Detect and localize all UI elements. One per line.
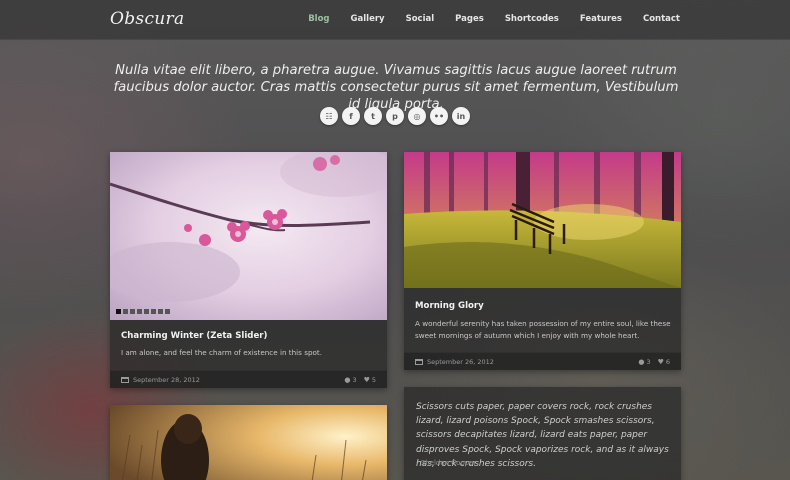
site-header: Obscura Blog Gallery Social Pages Shortc… <box>0 0 790 40</box>
linkedin-icon[interactable]: in <box>452 107 470 125</box>
post-date-text: September 28, 2012 <box>133 376 200 384</box>
slider-pagination <box>116 309 170 314</box>
post-excerpt: A wonderful serenity has taken possessio… <box>415 319 671 340</box>
nav-item-gallery[interactable]: Gallery <box>351 14 385 24</box>
slider-dot[interactable] <box>137 309 142 314</box>
post-stats: ● 3 ♥ 6 <box>638 358 670 366</box>
quote-card: Scissors cuts paper, paper covers rock, … <box>404 387 681 480</box>
nav-item-shortcodes[interactable]: Shortcodes <box>505 14 559 24</box>
post-title[interactable]: Charming Winter (Zeta Slider) <box>121 331 267 341</box>
calendar-icon <box>121 377 129 383</box>
site-logo[interactable]: Obscura <box>110 9 184 29</box>
post-image-sunset[interactable] <box>110 405 387 480</box>
likes-value: 6 <box>665 358 670 366</box>
slider-dot[interactable] <box>130 309 135 314</box>
sunset-photo <box>110 405 387 480</box>
post-footer: September 28, 2012 ● 3 ♥ 5 <box>110 370 387 388</box>
post-excerpt: I am alone, and feel the charm of existe… <box>121 348 323 357</box>
main-nav: Blog Gallery Social Pages Shortcodes Fea… <box>287 14 680 24</box>
facebook-icon[interactable]: f <box>342 107 360 125</box>
nav-item-contact[interactable]: Contact <box>643 14 680 24</box>
blossom-photo <box>110 152 387 320</box>
quote-author: - Sheldon Cooper <box>416 459 477 467</box>
nav-item-blog[interactable]: Blog <box>308 14 329 24</box>
post-card-sunset <box>110 405 387 480</box>
slider-dot[interactable] <box>151 309 156 314</box>
comments-value: 3 <box>646 358 651 366</box>
post-image-blossom[interactable] <box>110 152 387 320</box>
slider-dot[interactable] <box>144 309 149 314</box>
post-title[interactable]: Morning Glory <box>415 301 484 311</box>
nav-item-pages[interactable]: Pages <box>455 14 484 24</box>
post-footer: September 26, 2012 ● 3 ♥ 6 <box>404 352 681 370</box>
intro-text: Nulla vitae elit libero, a pharetra augu… <box>113 63 679 112</box>
comment-icon: ● <box>638 358 645 366</box>
comments-value: 3 <box>352 376 357 384</box>
post-stats: ● 3 ♥ 5 <box>344 376 376 384</box>
comments-count[interactable]: ● 3 <box>638 358 650 366</box>
pinterest-icon[interactable]: p <box>386 107 404 125</box>
post-image-park[interactable] <box>404 152 681 288</box>
post-date: September 26, 2012 <box>415 358 494 366</box>
nav-item-social[interactable]: Social <box>406 14 435 24</box>
likes-value: 5 <box>371 376 376 384</box>
comment-icon: ● <box>344 376 351 384</box>
post-card-charming-winter: Charming Winter (Zeta Slider) I am alone… <box>110 152 387 388</box>
post-date: September 28, 2012 <box>121 376 200 384</box>
rss-icon[interactable]: ☷ <box>320 107 338 125</box>
dribbble-icon[interactable]: ◎ <box>408 107 426 125</box>
social-links: ☷ f t p ◎ •• in <box>0 107 790 125</box>
likes-count[interactable]: ♥ 5 <box>364 376 376 384</box>
comments-count[interactable]: ● 3 <box>344 376 356 384</box>
twitter-icon[interactable]: t <box>364 107 382 125</box>
nav-item-features[interactable]: Features <box>580 14 622 24</box>
flickr-icon[interactable]: •• <box>430 107 448 125</box>
heart-icon: ♥ <box>363 376 370 384</box>
park-photo <box>404 152 681 288</box>
post-date-text: September 26, 2012 <box>427 358 494 366</box>
heart-icon: ♥ <box>657 358 664 366</box>
slider-dot[interactable] <box>116 309 121 314</box>
post-card-morning-glory: Morning Glory A wonderful serenity has t… <box>404 152 681 370</box>
calendar-icon <box>415 359 423 365</box>
likes-count[interactable]: ♥ 6 <box>658 358 670 366</box>
slider-dot[interactable] <box>158 309 163 314</box>
slider-dot[interactable] <box>123 309 128 314</box>
slider-dot[interactable] <box>165 309 170 314</box>
